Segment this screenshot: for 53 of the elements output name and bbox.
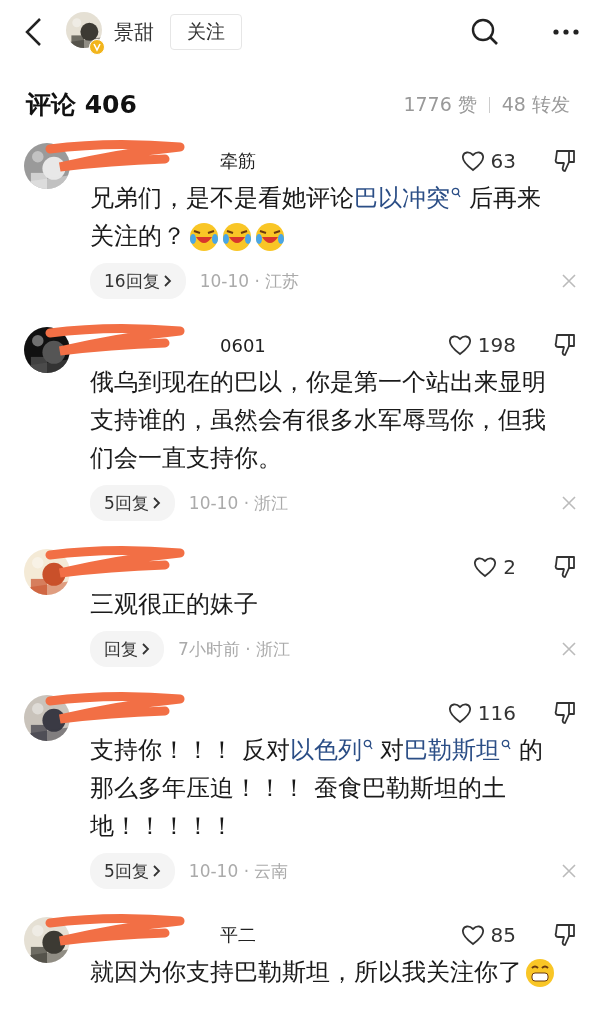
- heart-icon[interactable]: [460, 924, 485, 946]
- thumbs-down-icon[interactable]: [554, 333, 576, 357]
- thumbs-down-icon[interactable]: [554, 149, 576, 173]
- search-button[interactable]: [470, 17, 500, 47]
- thumbs-down-icon[interactable]: [554, 555, 576, 579]
- comment-meta: 10-10 · 浙江: [188, 491, 289, 515]
- like-count: 116: [477, 701, 516, 725]
- heart-icon[interactable]: [447, 702, 472, 724]
- more-button[interactable]: [552, 28, 580, 36]
- like-count: 63: [490, 149, 516, 173]
- user-name: 牵筋: [220, 149, 256, 173]
- like-count: 198: [477, 333, 516, 357]
- search-icon: [501, 739, 512, 751]
- comment-meta: 10-10 · 江苏: [199, 269, 300, 293]
- user-name: 0601: [220, 334, 266, 356]
- laughing-crying-emoji-icon: [222, 222, 252, 252]
- laughing-crying-emoji-icon: [189, 222, 219, 252]
- likes-count: 1776 赞: [403, 91, 477, 117]
- comment-text: 俄乌到现在的巴以，你是第一个站出来显明支持谁的，虽然会有很多水军辱骂你，但我们会一直支持你。: [90, 367, 547, 474]
- author-name: 景甜: [114, 18, 154, 46]
- comment-text: 就因为你支持巴勒斯坦，所以我关注你了: [90, 953, 576, 991]
- thumbs-down-icon[interactable]: [554, 701, 576, 725]
- heart-icon[interactable]: [473, 556, 498, 578]
- replies-button[interactable]: 16回复: [90, 263, 186, 299]
- comment-meta: 10-10 · 云南: [188, 859, 289, 883]
- search-icon: [451, 187, 461, 199]
- search-icon: [362, 739, 373, 751]
- replies-button[interactable]: 5回复: [90, 485, 175, 521]
- laughing-crying-emoji-icon: [255, 222, 285, 252]
- like-count: 85: [490, 923, 516, 947]
- verified-badge-icon: [89, 39, 105, 55]
- comments-title: 评论 406: [26, 89, 137, 121]
- comment-text: 三观很正的妹子: [90, 589, 259, 620]
- topic-link[interactable]: 巴勒斯坦: [404, 736, 512, 764]
- comment-text: 支持你！！！ 反对以色列 对巴勒斯坦 的那么多年压迫！！！ 蚕食巴勒斯坦的土地！！！！！: [90, 735, 544, 842]
- chevron-right-icon: [152, 865, 161, 877]
- heart-icon[interactable]: [460, 150, 485, 172]
- user-name: 平二: [220, 923, 256, 947]
- follow-button[interactable]: 关注: [170, 14, 242, 50]
- chevron-right-icon: [142, 643, 150, 655]
- grinning-emoji-icon: [525, 958, 555, 988]
- replies-button[interactable]: 回复: [90, 631, 164, 667]
- reposts-count: 48 转发: [501, 91, 570, 117]
- thumbs-down-icon[interactable]: [554, 923, 576, 947]
- topic-link[interactable]: 巴以冲突: [354, 184, 461, 212]
- chevron-right-icon: [152, 497, 161, 509]
- heart-icon[interactable]: [447, 334, 472, 356]
- like-count: 2: [503, 555, 516, 579]
- comment-meta: 7小时前 · 浙江: [178, 637, 291, 661]
- replies-button[interactable]: 5回复: [90, 853, 175, 889]
- topic-link[interactable]: 以色列: [289, 736, 373, 764]
- chevron-right-icon: [163, 275, 172, 287]
- comment-text: 兄弟们，是不是看她评论巴以冲突 后再来关注的？: [90, 183, 542, 254]
